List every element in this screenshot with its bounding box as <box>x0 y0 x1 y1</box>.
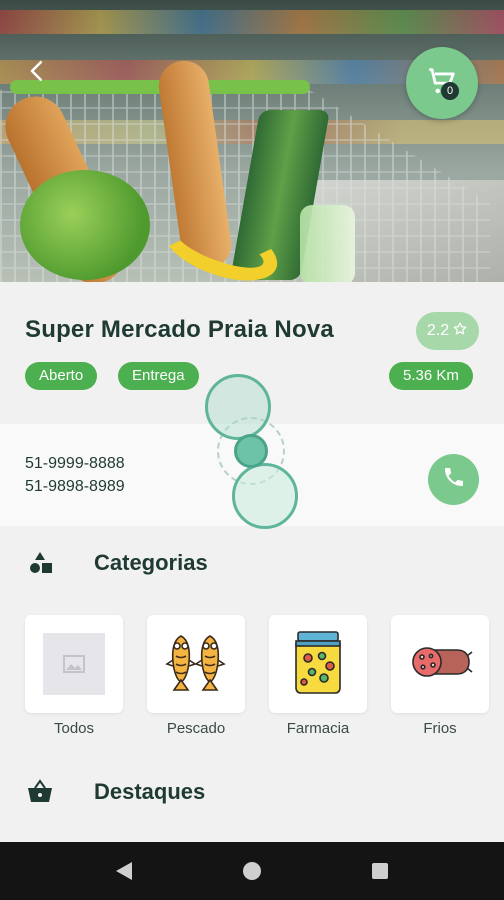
rating-value: 2.2 <box>426 322 450 339</box>
phone-number-2: 51-9898-8989 <box>25 478 125 495</box>
nav-home-icon[interactable] <box>242 862 261 880</box>
cart-count-badge: 0 <box>441 82 459 100</box>
phone-icon <box>442 465 466 494</box>
system-nav-bar <box>0 842 504 900</box>
image-placeholder-icon <box>43 633 105 695</box>
category-pescado[interactable] <box>147 615 245 713</box>
touch-indicator-center <box>234 434 268 468</box>
store-cover-image <box>0 0 504 282</box>
category-label: Farmacia <box>286 720 350 737</box>
distance-badge: 5.36 Km <box>389 362 473 390</box>
delivery-badge: Entrega <box>118 362 199 390</box>
touch-indicator <box>232 463 298 529</box>
category-label: Pescado <box>166 720 226 737</box>
highlights-title: Destaques <box>94 779 206 804</box>
category-todos[interactable] <box>25 615 123 713</box>
phone-number-1: 51-9999-8888 <box>25 455 125 472</box>
category-farmacia[interactable] <box>269 615 367 713</box>
category-label: Frios <box>423 720 457 737</box>
touch-indicator <box>205 374 271 440</box>
cart-button[interactable] <box>406 47 478 119</box>
category-label: Todos <box>53 720 95 737</box>
category-frios[interactable] <box>391 615 489 713</box>
salami-icon <box>407 642 473 687</box>
nav-back-icon[interactable] <box>115 862 132 880</box>
store-name: Super Mercado Praia Nova <box>25 316 334 343</box>
call-button[interactable] <box>428 454 479 505</box>
rating-badge[interactable]: 2.2 <box>416 312 479 350</box>
fish-icon <box>164 630 228 699</box>
arrow-left-icon[interactable] <box>22 56 52 86</box>
star-outline-icon <box>452 321 468 342</box>
shapes-icon <box>26 549 54 577</box>
status-badge: Aberto <box>25 362 98 390</box>
nav-recents-icon[interactable] <box>372 863 389 879</box>
categories-title: Categorias <box>94 550 208 575</box>
jar-icon <box>290 630 346 699</box>
basket-icon <box>26 778 54 806</box>
